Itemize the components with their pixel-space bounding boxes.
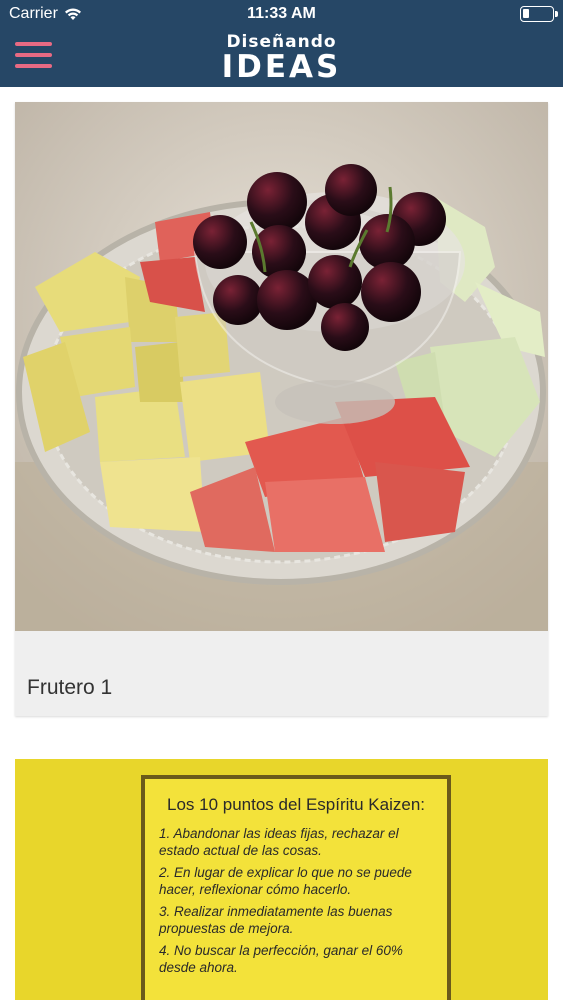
logo-line-2: IDEAS — [221, 49, 342, 85]
sign-point: 2. En lugar de explicar lo que no se pue… — [159, 865, 412, 897]
status-bar: Carrier 11:33 AM — [0, 0, 563, 30]
app-header: Carrier 11:33 AM Diseñando IDEAS — [0, 0, 563, 87]
status-time: 11:33 AM — [247, 5, 316, 22]
feed-card[interactable]: Frutero 1 — [15, 102, 548, 716]
app-logo: Diseñando IDEAS — [0, 33, 563, 83]
fruit-platter-photo[interactable] — [15, 102, 548, 631]
feed-card[interactable]: Los 10 puntos del Espíritu Kaizen: 1. Ab… — [15, 759, 548, 1000]
sign-point: 1. Abandonar las ideas fijas, rechazar e… — [159, 826, 399, 858]
kaizen-sign-photo[interactable]: Los 10 puntos del Espíritu Kaizen: 1. Ab… — [141, 775, 451, 1000]
sign-point: 4. No buscar la perfección, ganar el 60%… — [159, 943, 403, 975]
card-title: Frutero 1 — [27, 676, 113, 699]
battery-icon — [520, 6, 558, 22]
fruit-platter-image — [15, 102, 548, 631]
sign-title: Los 10 puntos del Espíritu Kaizen: — [167, 795, 425, 814]
sign-point: 3. Realizar inmediatamente las buenas pr… — [159, 904, 393, 936]
